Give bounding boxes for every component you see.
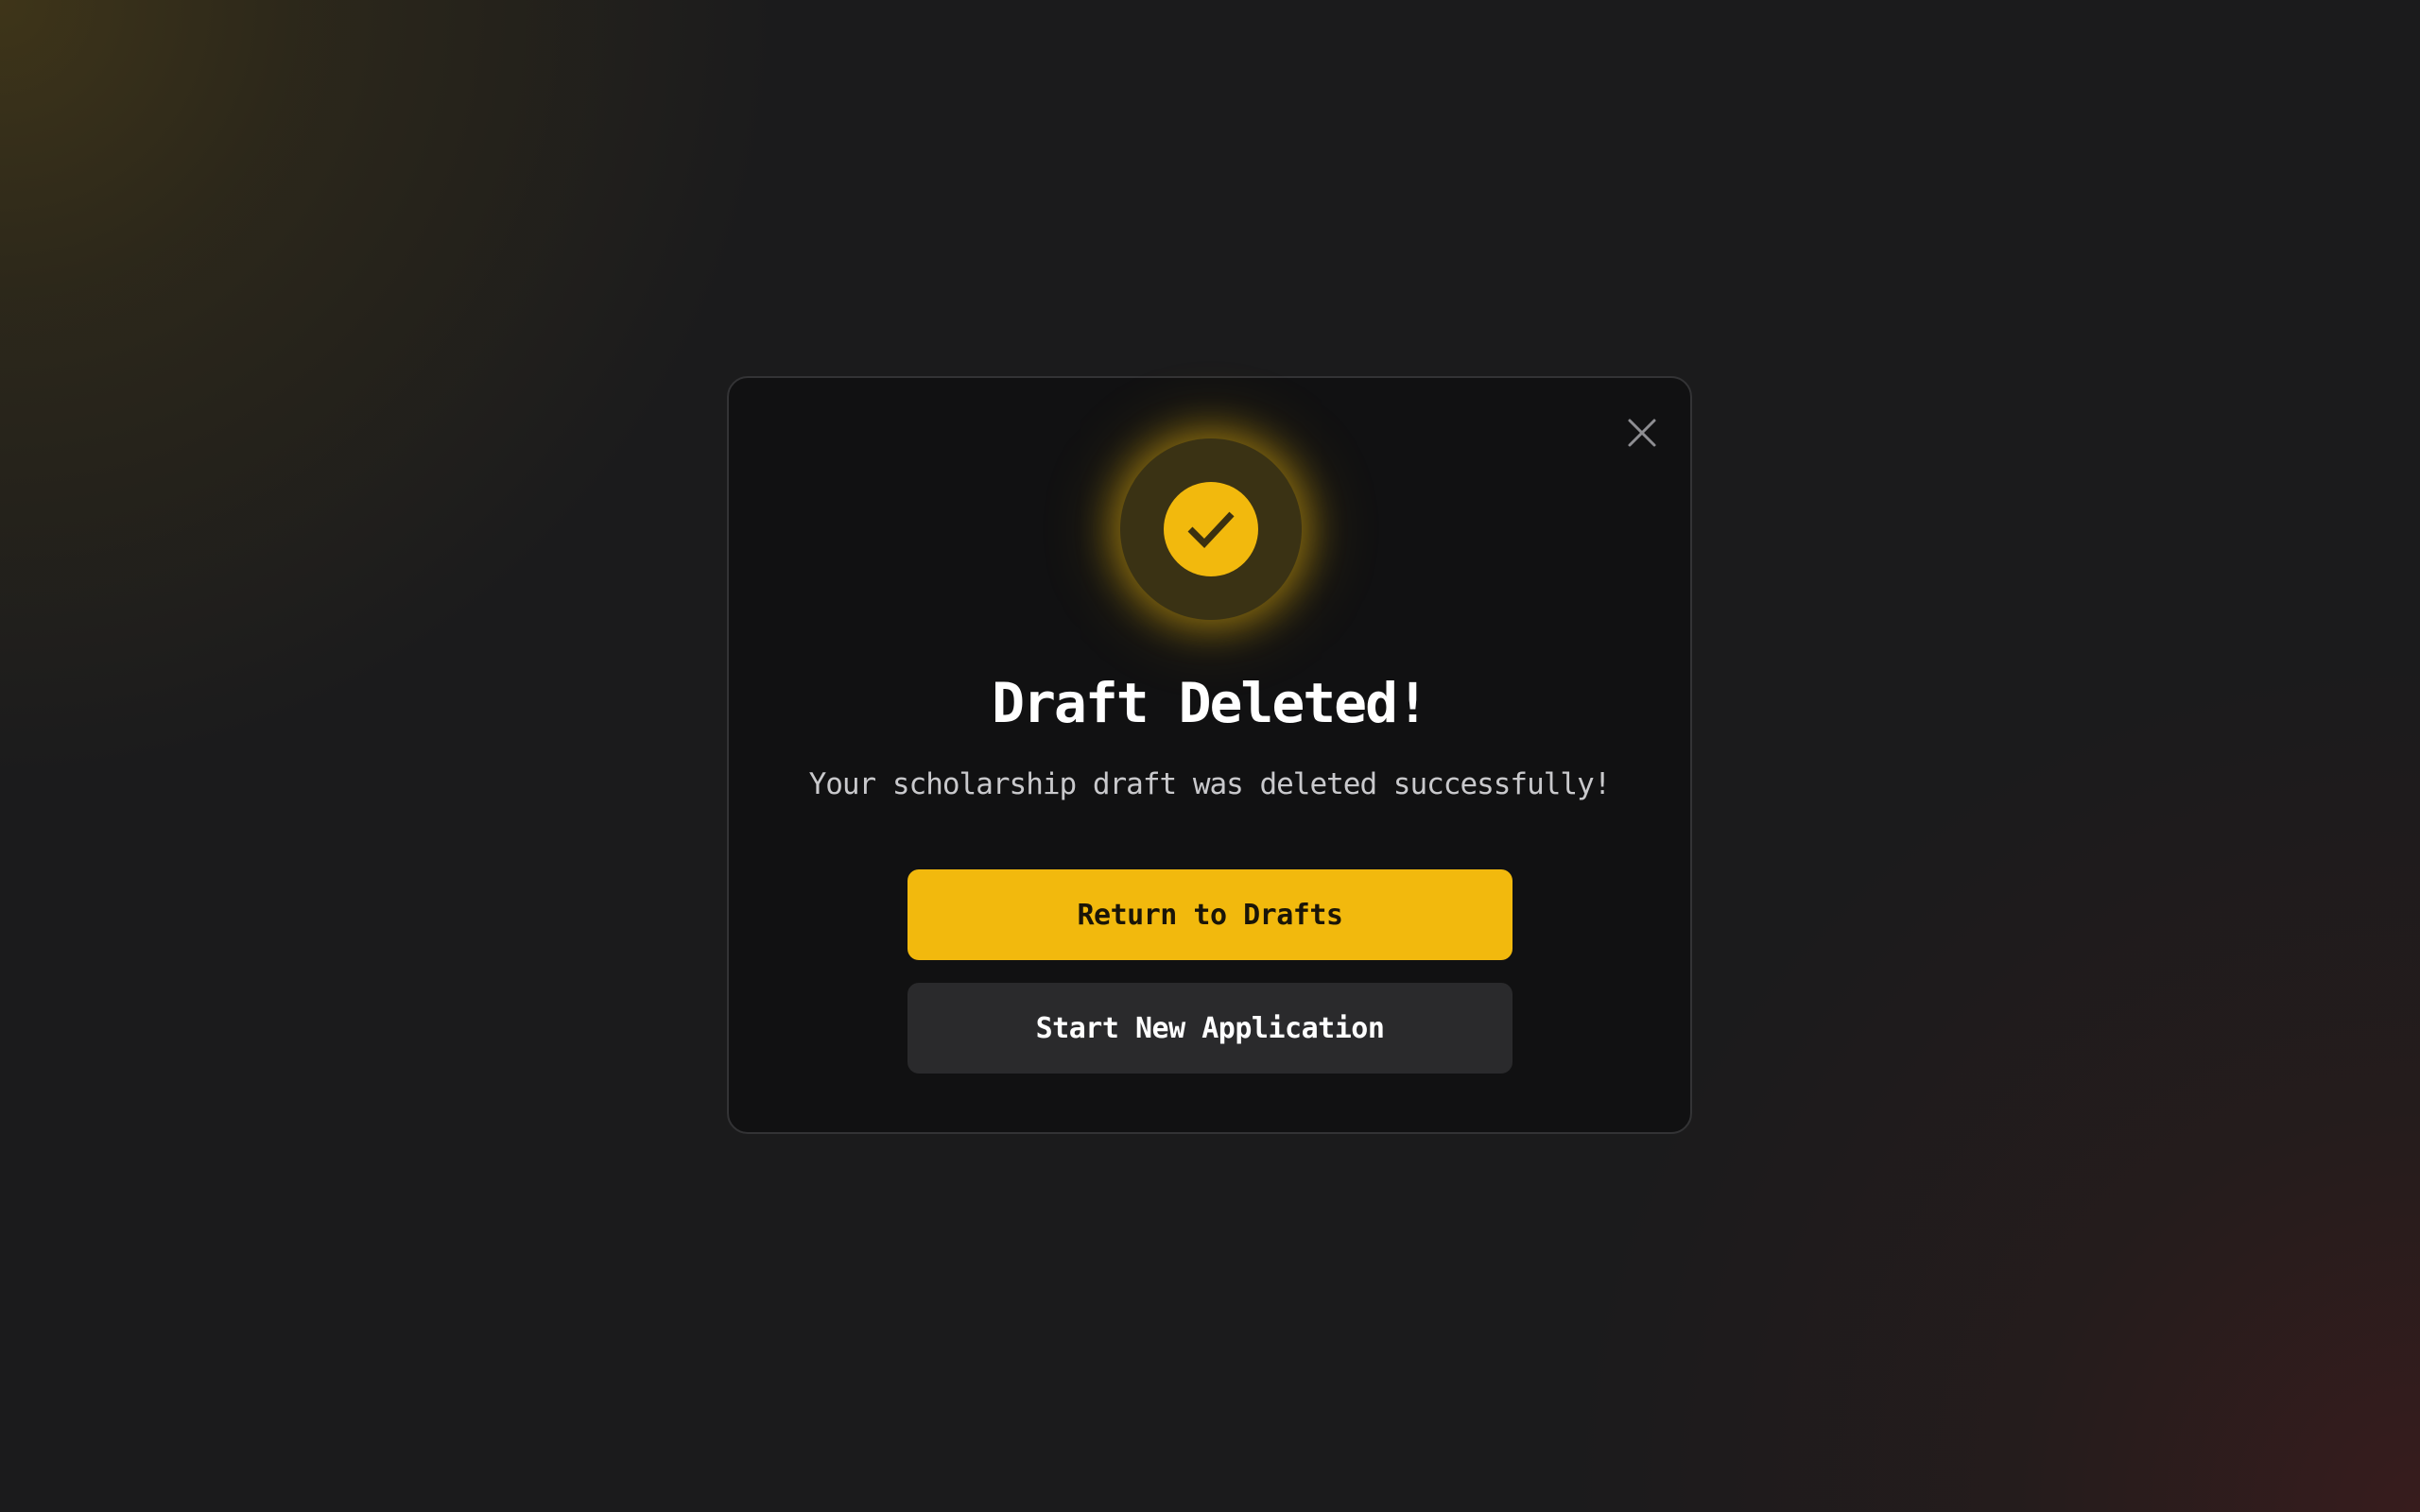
return-to-drafts-label: Return to Drafts [1077, 898, 1343, 932]
start-new-application-button[interactable]: Start New Application [908, 983, 1512, 1074]
start-new-application-label: Start New Application [1035, 1011, 1385, 1045]
return-to-drafts-button[interactable]: Return to Drafts [908, 869, 1512, 960]
dialog-title: Draft Deleted! [992, 671, 1429, 735]
success-dialog: Draft Deleted! Your scholarship draft wa… [727, 376, 1692, 1134]
checkmark-icon [1187, 511, 1235, 549]
success-badge [1120, 438, 1302, 620]
close-button[interactable] [1625, 416, 1659, 450]
close-icon [1628, 419, 1656, 447]
dialog-message: Your scholarship draft was deleted succe… [808, 767, 1612, 801]
check-circle-icon [1164, 482, 1258, 576]
